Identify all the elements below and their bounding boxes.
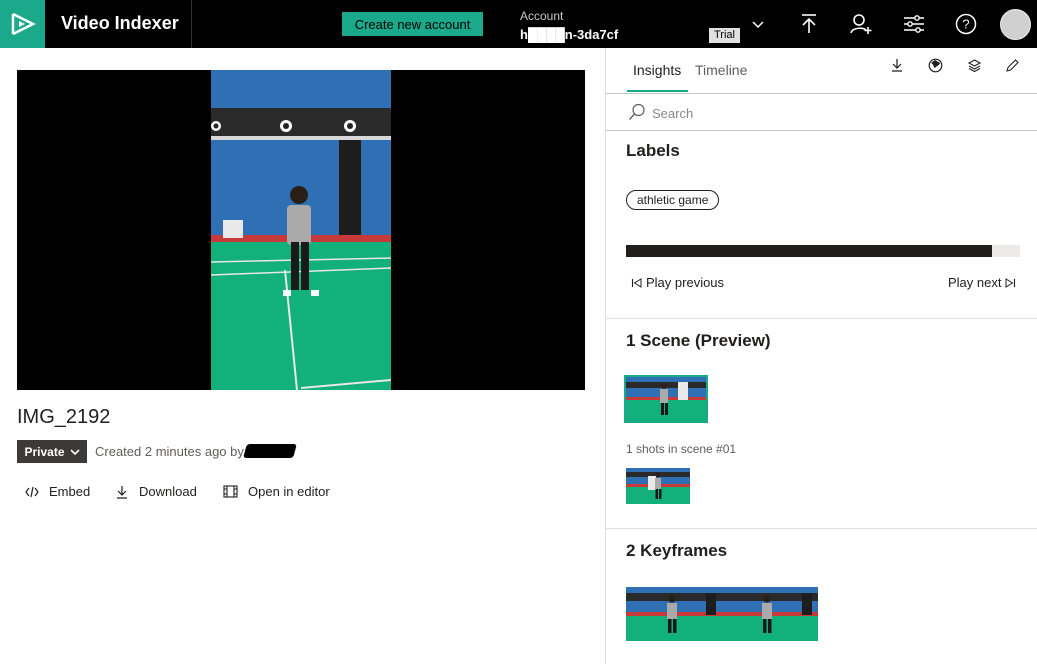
globe-icon[interactable]: [926, 56, 944, 74]
scene-thumbnail[interactable]: [624, 375, 708, 423]
video-indexer-logo-icon[interactable]: [0, 0, 45, 48]
keyframes-section-title: 2 Keyframes: [626, 541, 728, 560]
active-tab-indicator: [627, 90, 688, 92]
shots-caption: 1 shots in scene #01: [626, 442, 737, 456]
download-label: Download: [139, 484, 197, 499]
film-icon: [223, 485, 238, 498]
labels-section-title: Labels: [626, 141, 680, 160]
creator-name-redacted: [243, 444, 297, 458]
open-in-editor-button[interactable]: Open in editor: [223, 484, 330, 499]
help-icon[interactable]: ?: [954, 12, 978, 36]
pane-divider: [605, 48, 606, 664]
search-input[interactable]: [652, 104, 1022, 122]
svg-text:?: ?: [962, 17, 969, 32]
user-avatar[interactable]: [1000, 9, 1031, 40]
play-previous-button[interactable]: Play previous: [631, 275, 724, 290]
search-divider: [606, 130, 1037, 131]
chevron-down-icon: [69, 448, 80, 455]
account-name: h████n-3da7cf: [520, 27, 619, 42]
embed-label: Embed: [49, 484, 91, 499]
topbar-divider: [191, 0, 192, 48]
download-button[interactable]: Download: [115, 484, 197, 499]
layers-icon[interactable]: [965, 56, 983, 74]
video-title: IMG_2192: [17, 406, 111, 428]
upload-icon[interactable]: [797, 12, 821, 36]
video-frame: [211, 70, 391, 390]
skip-next-icon: [1005, 277, 1016, 288]
embed-button[interactable]: Embed: [25, 484, 90, 499]
label-appearance-fill: [626, 245, 993, 257]
keyframe-thumbnail-2[interactable]: [722, 587, 818, 641]
keyframe-thumbnail-1[interactable]: [626, 587, 722, 641]
account-dropdown-chevron-icon[interactable]: [746, 12, 770, 36]
created-text: Created 2 minutes ago by: [95, 444, 244, 459]
top-bar: Video Indexer Create new account Account…: [0, 0, 1037, 48]
add-user-icon[interactable]: [849, 12, 873, 36]
play-next-button[interactable]: Play next: [948, 275, 1016, 290]
video-player[interactable]: [17, 70, 585, 390]
open-in-editor-label: Open in editor: [248, 484, 330, 499]
scenes-section-title: 1 Scene (Preview): [626, 331, 771, 350]
download-icon: [117, 485, 127, 499]
code-icon: [25, 486, 39, 497]
skip-previous-icon: [631, 277, 642, 288]
search-icon: [628, 103, 645, 120]
account-label: Account: [520, 9, 564, 23]
play-previous-label: Play previous: [646, 275, 725, 290]
tabs-divider: [606, 93, 1037, 94]
create-account-button[interactable]: Create new account: [342, 12, 483, 36]
shot-thumbnail[interactable]: [626, 468, 690, 504]
download-insights-icon[interactable]: [888, 56, 906, 74]
scenes-divider: [606, 528, 1037, 529]
trial-badge: Trial: [709, 28, 740, 43]
labels-divider: [606, 318, 1037, 319]
tab-timeline[interactable]: Timeline: [695, 62, 747, 78]
privacy-label: Private: [24, 444, 65, 459]
app-title[interactable]: Video Indexer: [61, 13, 179, 34]
privacy-dropdown[interactable]: Private: [17, 440, 87, 463]
settings-sliders-icon[interactable]: [902, 12, 926, 36]
label-appearance-bar[interactable]: [626, 245, 1020, 257]
play-next-label: Play next: [948, 275, 1002, 290]
label-chip-athletic-game[interactable]: athletic game: [626, 190, 720, 210]
edit-icon[interactable]: [1003, 56, 1021, 74]
tab-insights[interactable]: Insights: [633, 62, 681, 78]
